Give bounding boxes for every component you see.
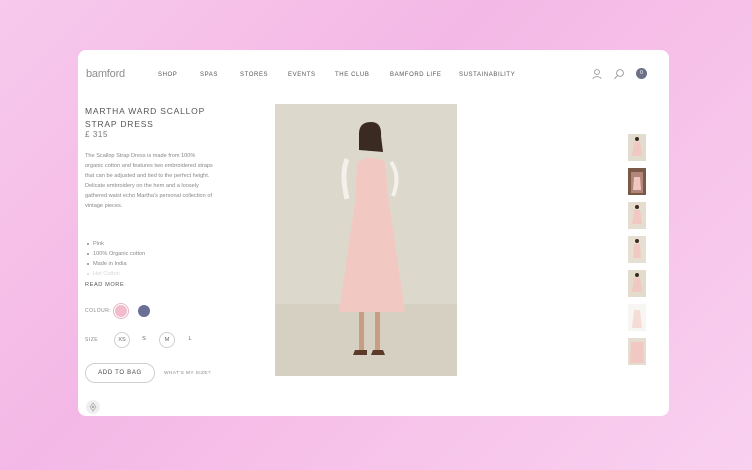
product-description: The Scallop Strap Dress is made from 100… [85,153,213,209]
size-option-s[interactable]: S [136,332,152,348]
detail-item: Pink [87,239,145,249]
thumbnail-3[interactable] [628,202,646,229]
nav-shop[interactable]: SHOP [158,72,177,78]
detail-item: 100% Organic cotton [87,249,145,259]
thumbnail-5[interactable] [628,270,646,297]
nav-spas[interactable]: SPAS [200,72,218,78]
read-more-link[interactable]: READ MORE [85,282,124,288]
nav-events[interactable]: EVENTS [288,72,316,78]
thumbnail-1[interactable] [628,134,646,161]
nav-stores[interactable]: STORES [240,72,268,78]
colour-label: COLOUR: [85,308,112,314]
colour-swatch-navy[interactable] [138,305,150,317]
thumbnail-6[interactable] [628,304,646,331]
product-page-card: bamford SHOP SPAS STORES EVENTS THE CLUB… [78,50,669,416]
size-label: SIZE [85,337,99,343]
nav-bamford-life[interactable]: BAMFORD LIFE [390,72,442,78]
product-title: MARTHA WARD SCALLOP STRAP DRESS [85,106,205,129]
add-to-bag-button[interactable]: ADD TO BAG [85,363,155,383]
bamford-logo[interactable]: bamford [86,68,125,80]
nav-sustainability[interactable]: SUSTAINABILITY [459,72,515,78]
nav-the-club[interactable]: THE CLUB [335,72,369,78]
thumbnail-2[interactable] [628,168,646,195]
bag-count-badge[interactable]: 0 [636,68,647,79]
search-icon[interactable] [613,67,625,80]
colour-swatch-pink[interactable] [115,305,127,317]
whats-my-size-link[interactable]: WHAT'S MY SIZE? [164,371,211,376]
detail-item: Hot Cotton [87,269,145,279]
size-option-l[interactable]: L [182,332,198,348]
detail-item: Made in India [87,259,145,269]
size-option-xs[interactable]: XS [114,332,130,348]
product-details-list: Pink 100% Organic cotton Made in India H… [87,239,145,279]
chat-widget-icon[interactable] [86,400,100,414]
thumbnail-4[interactable] [628,236,646,263]
user-icon[interactable] [591,67,603,80]
main-product-image[interactable] [275,104,457,376]
product-price: £ 315 [85,130,109,139]
size-option-m[interactable]: M [159,332,175,348]
thumbnail-7[interactable] [628,338,646,365]
